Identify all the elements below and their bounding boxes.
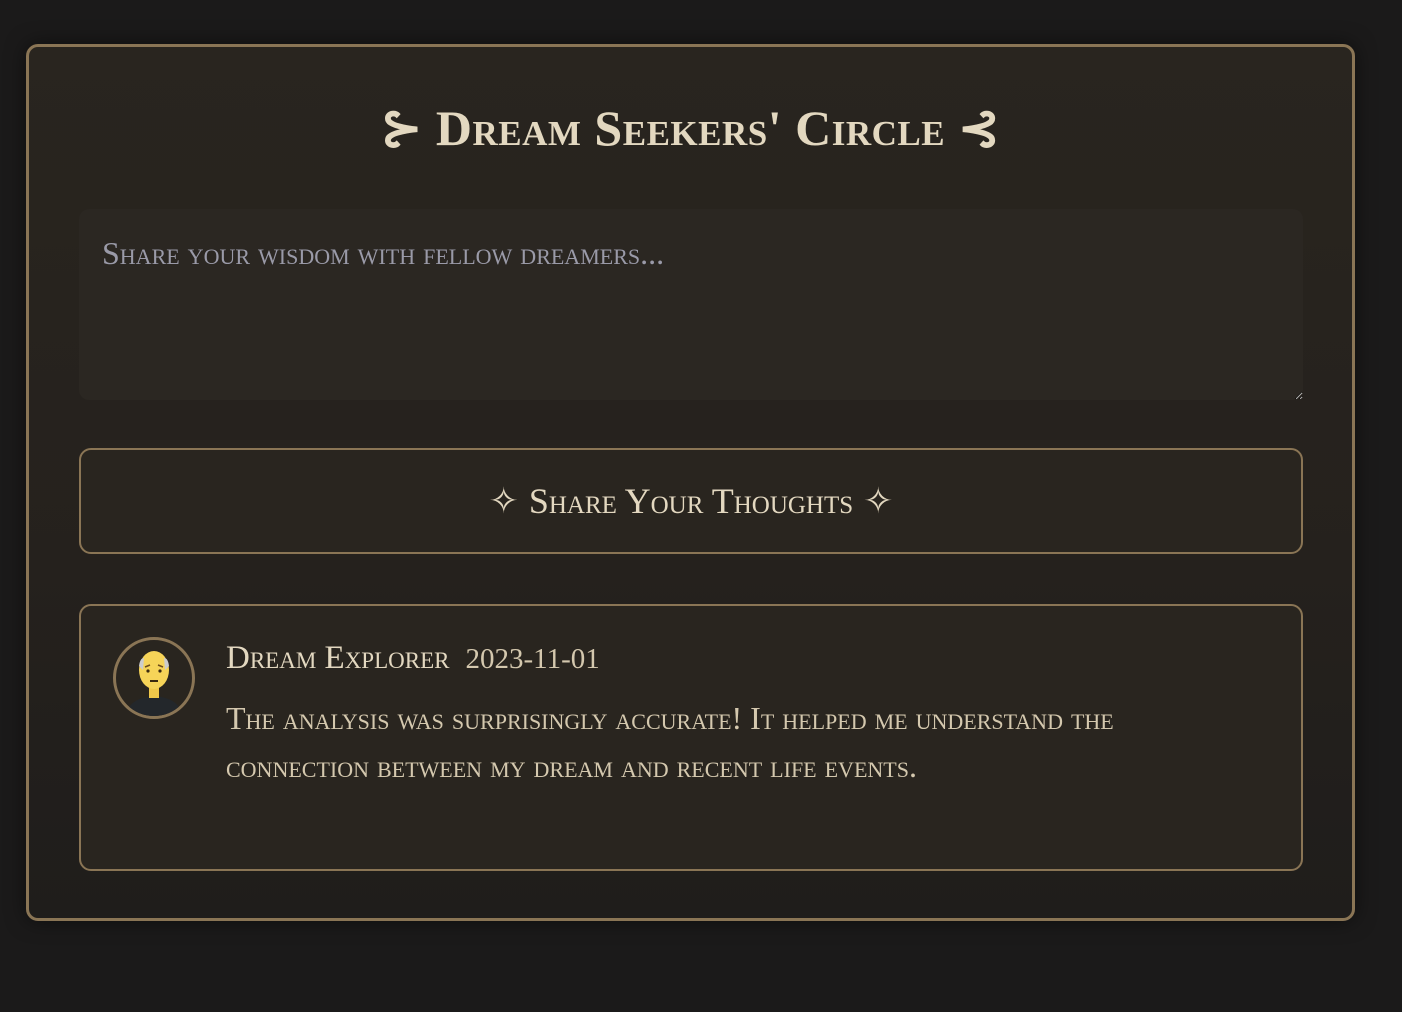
comment-date: 2023-11-01 [465,643,600,675]
share-thoughts-button[interactable]: ✧ Share Your Thoughts ✧ [79,448,1303,554]
sparkle-icon: ✧ [863,481,894,521]
sparkle-icon: ✧ [488,481,519,521]
comment-item: Dream Explorer 2023-11-01 The analysis w… [79,604,1303,871]
comment-input[interactable] [79,209,1303,400]
title-text: Dream Seekers' Circle [435,100,946,156]
ornament-left-icon: ⊱ [380,100,423,156]
comment-meta: Dream Explorer 2023-11-01 [226,640,600,677]
avatar [113,637,195,719]
worried-person-icon [126,651,182,716]
comment-author: Dream Explorer [226,640,450,676]
share-button-label: Share Your Thoughts [528,481,854,521]
section-title: ⊱ Dream Seekers' Circle ⊰ [29,99,1352,157]
ornament-right-icon: ⊰ [958,100,1001,156]
comments-card: ⊱ Dream Seekers' Circle ⊰ ✧ Share Your T… [26,44,1355,921]
comment-text: The analysis was surprisingly accurate! … [226,700,1114,784]
